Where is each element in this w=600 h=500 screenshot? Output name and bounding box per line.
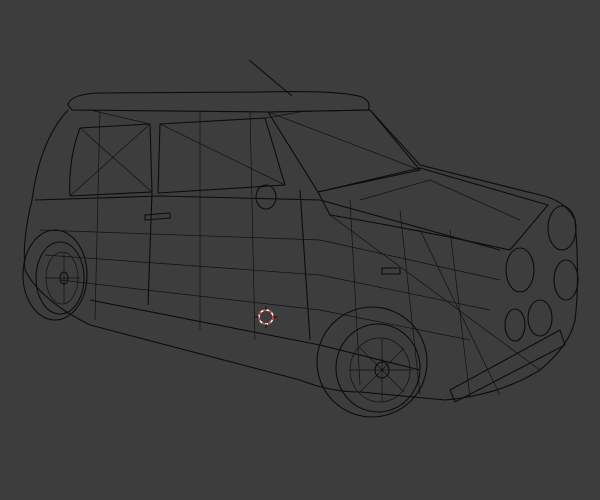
side-window [157,117,286,194]
car-wireframe[interactable] [0,0,600,500]
roof [67,91,370,113]
door-handle [144,212,171,221]
fuel-cap [381,267,401,275]
windshield [267,109,421,193]
beltline [34,195,501,251]
door-line [147,189,311,341]
front-lights [449,205,579,403]
body-outline [23,109,579,401]
side-mirror [255,184,277,210]
3d-viewport[interactable] [0,0,600,500]
3d-cursor-icon[interactable] [255,306,277,328]
rear-wheel [22,229,88,321]
antenna [248,59,293,97]
front-wheel [316,306,428,418]
mesh-edges [39,109,541,399]
